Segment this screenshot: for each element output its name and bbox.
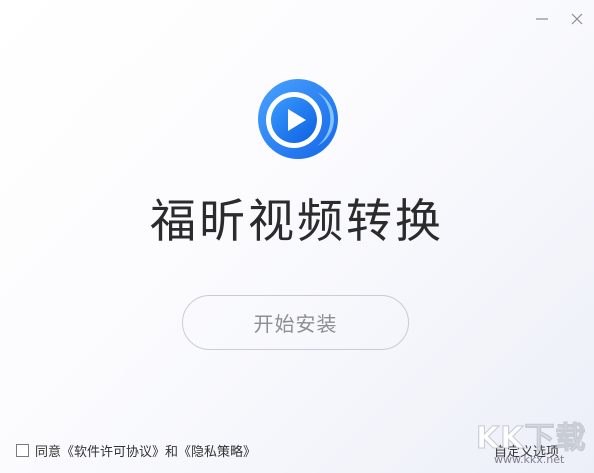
close-icon — [571, 13, 583, 25]
privacy-policy-link[interactable]: 《隐私策略》 — [178, 441, 256, 460]
agreement-row: 同意 《软件许可协议》 和 《隐私策略》 — [16, 441, 256, 460]
close-button[interactable] — [566, 8, 588, 30]
watermark: KK下载 www.kkx.net — [472, 413, 590, 471]
agreement-conjunction: 和 — [165, 445, 179, 460]
agreement-checkbox[interactable] — [16, 444, 29, 457]
watermark-logo: KK下载 — [476, 421, 587, 457]
play-logo-icon — [258, 79, 338, 159]
agreement-prefix: 同意 — [35, 445, 62, 460]
license-agreement-link[interactable]: 《软件许可协议》 — [61, 441, 165, 460]
start-install-button[interactable]: 开始安装 — [182, 295, 409, 350]
watermark-url: www.kkx.net — [494, 453, 565, 466]
minimize-button[interactable] — [531, 8, 553, 30]
installer-window: 福昕视频转换 开始安装 同意 《软件许可协议》 和 《隐私策略》 自定义选项 K… — [0, 0, 594, 473]
app-title: 福昕视频转换 — [150, 194, 444, 248]
minimize-icon — [536, 18, 548, 20]
